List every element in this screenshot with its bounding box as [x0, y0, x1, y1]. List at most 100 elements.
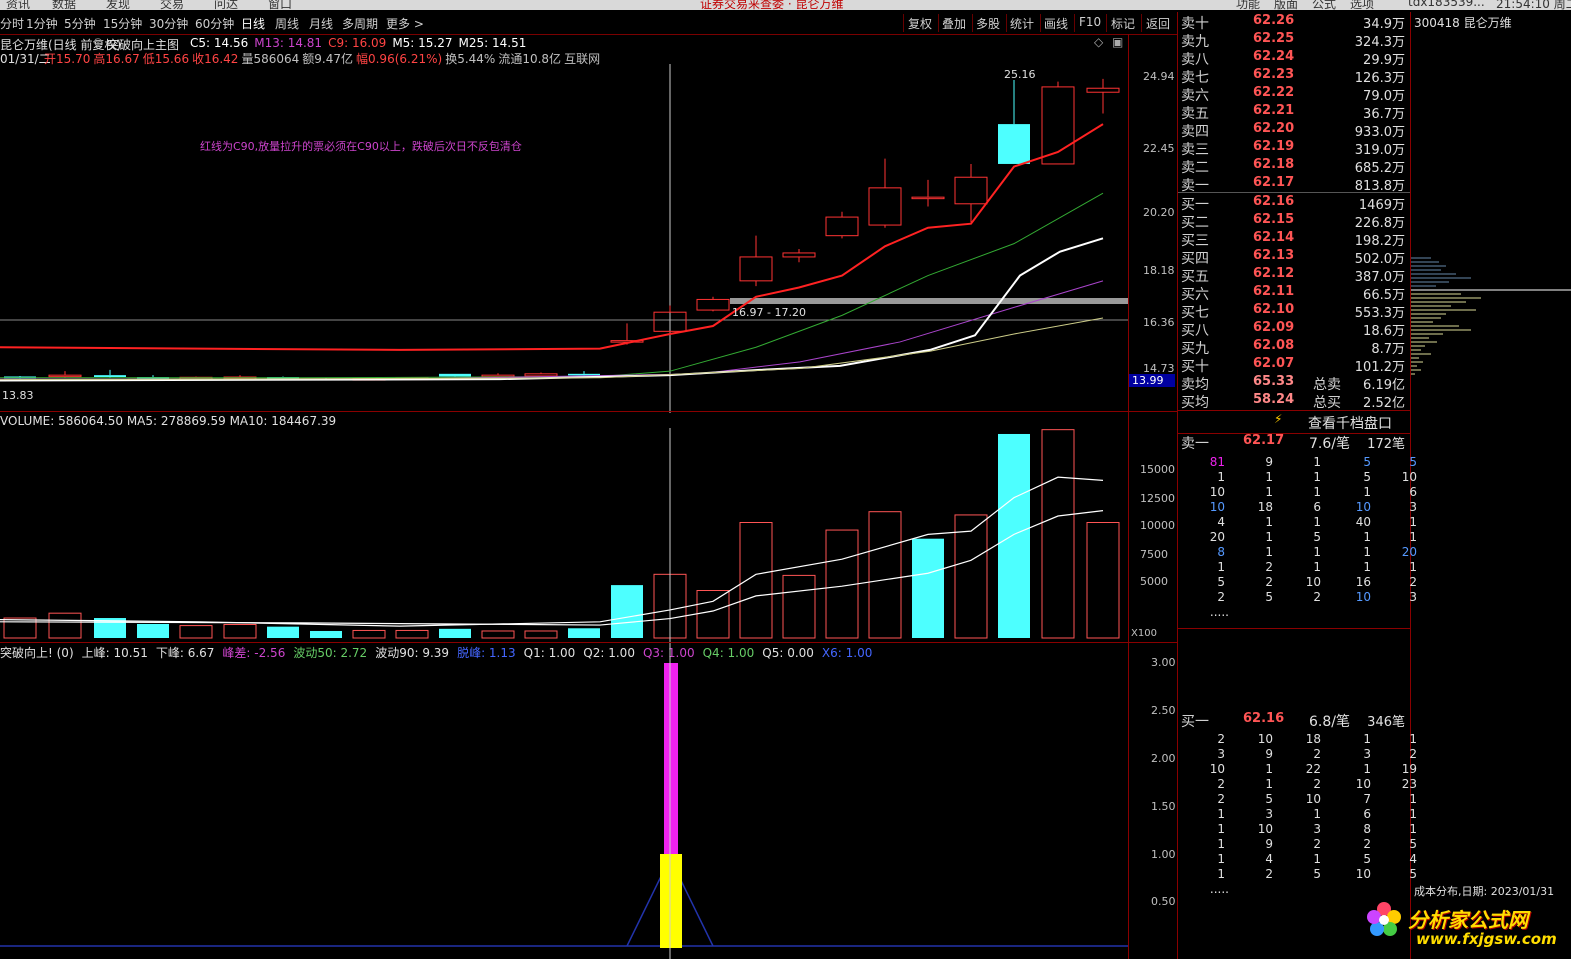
level-volume: 198.2万: [1354, 234, 1405, 249]
level-name: 买四: [1181, 251, 1209, 267]
clock: 21:54:10 周二: [1496, 0, 1571, 10]
level-name: 买三: [1181, 233, 1209, 249]
period-tab-timeline[interactable]: 分时: [0, 15, 24, 32]
avg-ask-row: 卖均 65.33 总卖 6.19亿: [1181, 374, 1405, 393]
overlay-button[interactable]: 叠加: [942, 15, 966, 32]
low-price-label: 13.83: [2, 389, 34, 402]
menu-item[interactable]: 选项: [1350, 0, 1374, 10]
ma-purple-line: [0, 280, 1104, 380]
price-tick: 20.20: [1143, 206, 1175, 219]
period-tab-day[interactable]: 日线: [241, 15, 265, 32]
signal-bar-yellow: [660, 854, 682, 948]
period-toolbar: 分时 1分钟 5分钟 15分钟 30分钟 60分钟 日线 周线 月线 多周期 更…: [0, 12, 1177, 35]
period-tab-multi[interactable]: 多周期: [342, 15, 378, 32]
bid-level[interactable]: 买二 62.15 226.8万: [1181, 212, 1409, 231]
ask-level[interactable]: 卖五 62.21 36.7万: [1181, 103, 1409, 122]
level-name: 卖六: [1181, 88, 1209, 104]
period-tab-1min[interactable]: 1分钟: [26, 15, 58, 32]
level-volume: 226.8万: [1354, 216, 1405, 231]
f10-button[interactable]: F10: [1079, 15, 1101, 29]
volume-bar: [267, 626, 299, 638]
volume-bar: [395, 629, 429, 639]
level-price: 62.14: [1253, 230, 1295, 245]
ask-level[interactable]: 卖七 62.23 126.3万: [1181, 67, 1409, 86]
level-price: 62.24: [1253, 49, 1295, 64]
ask-level[interactable]: 卖八 62.24 29.9万: [1181, 49, 1409, 68]
ask-level[interactable]: 卖一 62.17 813.8万: [1181, 175, 1409, 194]
mark-button[interactable]: 标记: [1111, 15, 1135, 32]
ask-level[interactable]: 卖十 62.26 34.9万: [1181, 13, 1409, 32]
menu-item[interactable]: 功能: [1236, 0, 1260, 10]
menubar-title: 证券交易来查委 · 昆仑万维: [700, 0, 844, 10]
period-tab-30min[interactable]: 30分钟: [149, 15, 188, 32]
volume-bar: [48, 612, 82, 639]
volume-bar: [223, 624, 257, 639]
ask-level[interactable]: 卖四 62.20 933.0万: [1181, 121, 1409, 140]
adjust-button[interactable]: 复权: [908, 15, 932, 32]
period-tab-5min[interactable]: 5分钟: [64, 15, 96, 32]
period-tab-15min[interactable]: 15分钟: [103, 15, 142, 32]
candlestick-chart[interactable]: [0, 34, 1177, 413]
ask-level[interactable]: 卖二 62.18 685.2万: [1181, 157, 1409, 176]
level-volume: 1469万: [1358, 198, 1405, 213]
buy-queue-row: 2 10 18 1 1: [1217, 732, 1417, 746]
menu-item[interactable]: 窗口: [268, 0, 292, 10]
multi-stock-button[interactable]: 多股: [976, 15, 1000, 32]
draw-line-button[interactable]: 画线: [1044, 15, 1068, 32]
divider: [1006, 14, 1007, 32]
bid-level[interactable]: 买三 62.14 198.2万: [1181, 230, 1409, 249]
menu-item[interactable]: 数据: [52, 0, 76, 10]
volume-bar: [1041, 429, 1075, 639]
level-price: 62.21: [1253, 103, 1295, 118]
buy-queue-row: 39232: [1217, 747, 1417, 761]
sell-queue-row: 5 2 10 16 2: [1217, 575, 1417, 589]
menu-item[interactable]: 发现: [106, 0, 130, 10]
period-tab-more[interactable]: 更多 >: [386, 15, 424, 32]
ask-level[interactable]: 卖三 62.19 319.0万: [1181, 139, 1409, 158]
bid-level[interactable]: 买九 62.08 8.7万: [1181, 338, 1409, 357]
ask-level[interactable]: 卖六 62.22 79.0万: [1181, 85, 1409, 104]
menu-item[interactable]: 公式: [1312, 0, 1336, 10]
bid-level[interactable]: 买四 62.13 502.0万: [1181, 248, 1409, 267]
menu-item[interactable]: 问达: [214, 0, 238, 10]
candle-body: [439, 373, 471, 377]
bid-level[interactable]: 买五 62.12 387.0万: [1181, 266, 1409, 285]
candle-body: [1086, 87, 1120, 93]
menu-item[interactable]: 资讯: [6, 0, 30, 10]
buy-queue-row: 2 1 2 10 23: [1217, 777, 1417, 791]
menu-item[interactable]: 交易: [160, 0, 184, 10]
depth-bar: ⚡ 查看千档盘口: [1178, 410, 1410, 434]
menu-item[interactable]: 版面: [1274, 0, 1298, 10]
level-price: 62.22: [1253, 85, 1295, 100]
ask-level[interactable]: 卖九 62.25 324.3万: [1181, 31, 1409, 50]
level-name: 买七: [1181, 305, 1209, 321]
period-tab-60min[interactable]: 60分钟: [195, 15, 234, 32]
stats-button[interactable]: 统计: [1010, 15, 1034, 32]
period-tab-week[interactable]: 周线: [275, 15, 299, 32]
indicator-tick: 1.00: [1151, 848, 1176, 861]
panel-divider: [1177, 12, 1178, 959]
level-price: 62.23: [1253, 67, 1295, 82]
indicator-tick: 2.50: [1151, 704, 1176, 717]
candle-body: [94, 375, 126, 378]
level-volume: 553.3万: [1354, 306, 1405, 321]
level-price: 62.19: [1253, 139, 1295, 154]
depth-button[interactable]: 查看千档盘口: [1308, 413, 1392, 433]
level-volume: 8.7万: [1371, 342, 1405, 357]
bid-level[interactable]: 买七 62.10 553.3万: [1181, 302, 1409, 321]
sell-queue-row: 8 1 1 1 20: [1217, 545, 1417, 559]
candle-body: [568, 373, 600, 376]
bid-level[interactable]: 买六 62.11 66.5万: [1181, 284, 1409, 303]
back-button[interactable]: 返回: [1146, 15, 1170, 32]
high-price-label: 25.16: [1004, 68, 1036, 81]
volume-chart[interactable]: [0, 412, 1128, 642]
bid-level[interactable]: 买八 62.09 18.6万: [1181, 320, 1409, 339]
bid-level[interactable]: 买十 62.07 101.2万: [1181, 356, 1409, 375]
indicator-chart[interactable]: [0, 643, 1128, 959]
cost-dist-label: 成本分布,日期: 2023/01/31: [1414, 885, 1555, 898]
sell-queue-row: 10 1 1 1 6: [1209, 485, 1417, 499]
axis-divider: [1128, 34, 1129, 959]
period-tab-month[interactable]: 月线: [309, 15, 333, 32]
bid-level[interactable]: 买一 62.16 1469万: [1181, 194, 1409, 213]
level-volume: 29.9万: [1363, 53, 1405, 68]
